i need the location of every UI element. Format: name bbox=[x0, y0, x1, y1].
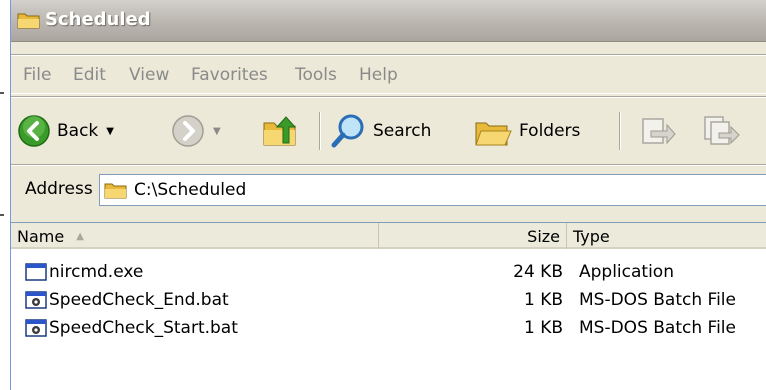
copy-to-button[interactable] bbox=[701, 110, 741, 152]
divider bbox=[11, 164, 766, 166]
search-button[interactable]: Search bbox=[329, 110, 431, 152]
batch-file-icon bbox=[25, 319, 47, 337]
toolbar-divider bbox=[619, 112, 621, 150]
chevron-down-icon[interactable]: ▼ bbox=[213, 126, 221, 137]
address-value: C:\Scheduled bbox=[134, 180, 247, 200]
menu-bar: File Edit View Favorites Tools Help bbox=[11, 56, 766, 94]
menu-favorites[interactable]: Favorites bbox=[191, 65, 268, 85]
file-type: MS-DOS Batch File bbox=[579, 290, 736, 310]
file-name: nircmd.exe bbox=[49, 262, 144, 282]
back-label: Back bbox=[57, 121, 99, 141]
address-label: Address bbox=[25, 179, 93, 199]
file-name: SpeedCheck_End.bat bbox=[49, 290, 229, 310]
folders-label: Folders bbox=[519, 121, 581, 141]
toolbar: Back ▼ ▼ Search Folders bbox=[11, 102, 766, 160]
explorer-window: Scheduled File Edit View Favorites Tools… bbox=[10, 0, 766, 390]
desktop-edge bbox=[0, 0, 10, 390]
address-input[interactable]: C:\Scheduled bbox=[99, 174, 766, 206]
file-size: 1 KB bbox=[523, 290, 563, 310]
move-to-icon bbox=[642, 118, 676, 145]
column-name-label: Name bbox=[17, 226, 65, 246]
menu-edit[interactable]: Edit bbox=[73, 65, 106, 85]
up-folder-button[interactable] bbox=[261, 110, 301, 152]
forward-arrow-icon bbox=[172, 115, 204, 147]
application-icon bbox=[25, 263, 47, 281]
column-size-label: Size bbox=[527, 226, 560, 246]
column-type-header[interactable]: Type bbox=[567, 223, 766, 249]
menu-file[interactable]: File bbox=[23, 65, 51, 85]
window-title: Scheduled bbox=[45, 9, 151, 30]
sort-ascending-icon: ▲ bbox=[76, 230, 84, 242]
title-bar[interactable]: Scheduled bbox=[11, 0, 766, 42]
edge-tick bbox=[0, 92, 4, 94]
divider bbox=[11, 96, 766, 98]
file-name-cell: SpeedCheck_Start.bat bbox=[25, 315, 375, 341]
back-arrow-icon bbox=[18, 115, 50, 147]
column-size-header[interactable]: Size bbox=[379, 223, 567, 249]
file-size: 24 KB bbox=[513, 262, 563, 282]
file-name-cell: nircmd.exe bbox=[25, 259, 375, 285]
address-bar: Address C:\Scheduled bbox=[11, 168, 766, 210]
edge-tick bbox=[0, 214, 4, 216]
file-type: Application bbox=[579, 262, 674, 282]
batch-file-icon bbox=[25, 291, 47, 309]
column-name-header[interactable]: Name ▲ bbox=[11, 223, 379, 249]
table-row[interactable]: SpeedCheck_End.bat 1 KB MS-DOS Batch Fil… bbox=[11, 287, 766, 313]
folders-button[interactable]: Folders bbox=[473, 110, 580, 152]
up-folder-icon bbox=[263, 116, 297, 146]
column-header: Name ▲ Size Type bbox=[11, 223, 766, 249]
folders-icon bbox=[475, 122, 512, 146]
toolbar-divider bbox=[319, 112, 321, 150]
file-name: SpeedCheck_Start.bat bbox=[49, 318, 238, 338]
folder-icon bbox=[17, 13, 40, 29]
back-button[interactable]: Back ▼ bbox=[17, 110, 114, 152]
column-type-label: Type bbox=[573, 226, 610, 246]
file-size: 1 KB bbox=[523, 318, 563, 338]
forward-button[interactable]: ▼ bbox=[171, 110, 221, 152]
folder-icon bbox=[104, 183, 127, 199]
menu-tools[interactable]: Tools bbox=[295, 65, 337, 85]
copy-to-icon bbox=[704, 116, 740, 145]
menu-help[interactable]: Help bbox=[359, 65, 398, 85]
search-label: Search bbox=[373, 121, 432, 141]
file-list: Name ▲ Size Type nircmd.exe 24 KB Applic… bbox=[11, 222, 766, 390]
chevron-down-icon[interactable]: ▼ bbox=[106, 126, 114, 137]
table-row[interactable]: nircmd.exe 24 KB Application bbox=[11, 259, 766, 285]
table-row[interactable]: SpeedCheck_Start.bat 1 KB MS-DOS Batch F… bbox=[11, 315, 766, 341]
file-name-cell: SpeedCheck_End.bat bbox=[25, 287, 375, 313]
search-icon bbox=[331, 114, 364, 148]
menu-view[interactable]: View bbox=[129, 65, 169, 85]
move-to-button[interactable] bbox=[637, 110, 677, 152]
file-type: MS-DOS Batch File bbox=[579, 318, 736, 338]
